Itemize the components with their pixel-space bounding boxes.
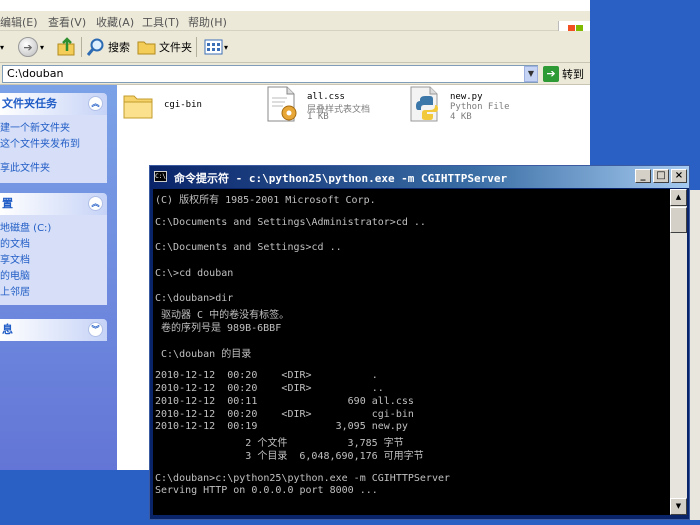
search-icon	[86, 38, 104, 56]
standard-toolbar: ▾ ➔ ▾ 搜索 文件夹 ▾	[0, 31, 590, 63]
go-button[interactable]: ➔ 转到	[543, 66, 584, 82]
scroll-thumb[interactable]	[670, 207, 687, 233]
file-item-cgi-bin[interactable]: cgi-bin	[122, 88, 252, 128]
toolbar-separator	[81, 37, 82, 57]
chevron-down-icon: ▾	[0, 42, 5, 52]
task-new-folder[interactable]: 建一个新文件夹	[0, 119, 70, 134]
folder-icon	[123, 95, 153, 119]
chevron-down-icon: ▾	[40, 42, 45, 52]
file-name: new.py	[450, 92, 483, 102]
folder-tasks-panel: 建一个新文件夹 这个文件夹发布到 享此文件夹	[0, 115, 107, 183]
file-type: Python File	[450, 102, 510, 112]
address-bar: C:\douban ▼ ➔ 转到	[0, 63, 590, 85]
search-label: 搜索	[108, 41, 130, 54]
minimize-button[interactable]: _	[635, 169, 651, 183]
other-places-title: 置	[2, 197, 13, 210]
folder-tasks-header[interactable]: 文件夹任务 ︽	[0, 93, 107, 115]
forward-button[interactable]: ➔ ▾	[18, 36, 44, 58]
views-button[interactable]: ▾	[204, 36, 228, 58]
console-line: 2010-12-12 00:20 <DIR> .	[155, 370, 378, 382]
python-file-icon	[410, 86, 438, 122]
console-line: 2010-12-12 00:19 3,095 new.py	[155, 421, 408, 433]
menu-view[interactable]: 查看(V)	[48, 14, 86, 30]
console-line: Serving HTTP on 0.0.0.0 port 8000 ...	[155, 485, 378, 497]
collapse-icon[interactable]: ︽	[88, 96, 103, 111]
folders-label: 文件夹	[159, 41, 192, 54]
go-label: 转到	[562, 68, 584, 81]
menu-bar: 编辑(E) 查看(V) 收藏(A) 工具(T) 帮助(H)	[0, 11, 590, 43]
console-line: C:\douban>c:\python25\python.exe -m CGIH…	[155, 472, 451, 484]
file-name: all.css	[307, 92, 345, 102]
cmd-titlebar[interactable]: C:\ 命令提示符 - c:\python25\python.exe -m CG…	[150, 166, 689, 188]
scroll-down-button[interactable]: ▼	[670, 498, 687, 515]
folders-icon	[137, 41, 156, 55]
file-size: 4 KB	[450, 112, 472, 122]
task-share-folder[interactable]: 享此文件夹	[0, 159, 50, 174]
maximize-button[interactable]: □	[653, 169, 669, 183]
console-line: C:\>cd douban	[155, 267, 234, 279]
place-my-computer[interactable]: 的电脑	[0, 267, 30, 282]
address-input[interactable]: C:\douban	[2, 65, 538, 83]
console-line: 3 个目录 6,048,690,176 可用字节	[155, 451, 424, 462]
console-line: 2010-12-12 00:20 <DIR> ..	[155, 383, 384, 394]
menu-tools[interactable]: 工具(T)	[142, 14, 179, 30]
folders-button[interactable]: 文件夹	[137, 36, 192, 58]
task-publish-folder[interactable]: 这个文件夹发布到	[0, 135, 80, 150]
other-places-header[interactable]: 置 ︽	[0, 193, 107, 215]
console-line: 2010-12-12 00:20 <DIR> cgi-bin	[155, 408, 414, 420]
back-dropdown[interactable]: ▾	[0, 36, 4, 58]
file-item-all-css[interactable]: all.css 层叠样式表文档 1 KB	[265, 86, 395, 128]
details-title: 息	[2, 323, 13, 336]
up-folder-icon	[57, 37, 75, 56]
details-header[interactable]: 息 ︾	[0, 319, 107, 341]
cmd-app-icon[interactable]: C:\	[154, 171, 167, 182]
forward-arrow-icon: ➔	[18, 37, 38, 57]
close-button[interactable]: ×	[671, 169, 687, 183]
file-name: cgi-bin	[164, 100, 202, 110]
menu-help[interactable]: 帮助(H)	[188, 14, 227, 30]
scroll-up-button[interactable]: ▲	[670, 189, 687, 206]
collapse-icon[interactable]: ︽	[88, 196, 103, 211]
file-item-new-py[interactable]: new.py Python File 4 KB	[408, 86, 538, 128]
task-pane: 文件夹任务 ︽ 建一个新文件夹 这个文件夹发布到 享此文件夹 置 ︽ 地磁盘 (…	[0, 85, 117, 470]
up-folder-button[interactable]	[56, 36, 78, 58]
console-line: C:\Documents and Settings\Administrator>…	[155, 216, 426, 228]
cmd-console-output[interactable]: (C) 版权所有 1985-2001 Microsoft Corp. C:\Doc…	[153, 189, 670, 515]
menu-favorites[interactable]: 收藏(A)	[96, 14, 134, 30]
css-file-icon	[267, 86, 297, 122]
chevron-down-icon: ▾	[224, 42, 229, 52]
place-network[interactable]: 上邻居	[0, 283, 30, 298]
cmd-vertical-scrollbar[interactable]: ▲ ▼	[670, 189, 687, 515]
other-places-panel: 地磁盘 (C:) 的文档 享文档 的电脑 上邻居	[0, 215, 107, 305]
command-prompt-window: C:\ 命令提示符 - c:\python25\python.exe -m CG…	[149, 165, 690, 520]
place-my-documents[interactable]: 的文档	[0, 235, 30, 250]
address-dropdown-button[interactable]: ▼	[524, 66, 538, 82]
search-button[interactable]: 搜索	[86, 36, 130, 58]
views-icon	[204, 39, 223, 55]
console-line: (C) 版权所有 1985-2001 Microsoft Corp.	[155, 195, 376, 206]
go-arrow-icon: ➔	[543, 66, 559, 82]
console-line: 卷的序列号是 989B-6BBF	[155, 323, 282, 334]
toolbar-separator	[196, 37, 197, 57]
menu-edit[interactable]: 编辑(E)	[0, 14, 38, 30]
expand-icon[interactable]: ︾	[88, 322, 103, 337]
place-shared-documents[interactable]: 享文档	[0, 251, 30, 266]
console-line: C:\Documents and Settings>cd ..	[155, 242, 342, 254]
folder-tasks-title: 文件夹任务	[2, 97, 57, 110]
place-local-disk[interactable]: 地磁盘 (C:)	[0, 219, 51, 234]
cmd-title: 命令提示符 - c:\python25\python.exe -m CGIHTT…	[174, 172, 508, 185]
console-line: C:\douban 的目录	[155, 348, 252, 360]
file-size: 1 KB	[307, 112, 329, 122]
console-line: C:\douban>dir	[155, 293, 234, 305]
console-line: 2010-12-12 00:11 690 all.css	[155, 395, 414, 407]
